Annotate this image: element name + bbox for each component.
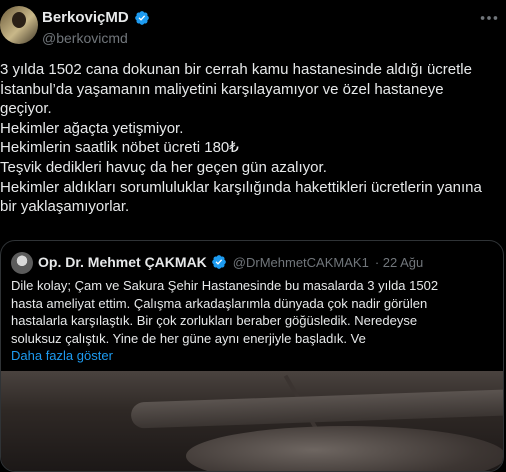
post-line: Hekimler ağaçta yetişmiyor. [0,119,184,137]
post-line: İstanbul’da yaşamanın maliyetini karşıla… [0,80,444,98]
quoted-line: soluksuz çalıştık. Yine de her güne aynı… [11,330,366,346]
author-name-row: BerkoviçMD [42,9,150,26]
author-handle[interactable]: @berkovicmd [42,30,128,46]
quoted-author-avatar[interactable] [11,252,33,274]
post-line: Hekimlerin saatlik nöbet ücreti 180₺ [0,139,239,157]
quoted-post-image[interactable] [1,371,503,471]
post-header: BerkoviçMD @berkovicmd [0,0,506,50]
post-line: Teşvik dedikleri havuç da her geçen gün … [0,158,327,176]
quoted-line: hasta ameliyat ettim. Çalışma arkadaşlar… [11,295,428,311]
quoted-author-handle[interactable]: @DrMehmetCAKMAK1 [233,255,369,270]
quoted-post-card[interactable]: Op. Dr. Mehmet ÇAKMAK @DrMehmetCAKMAK1 ·… [0,240,504,472]
image-surgical-lamp [186,426,503,471]
more-options-icon[interactable] [478,8,500,28]
verified-badge-icon [134,10,149,25]
author-avatar[interactable] [0,6,38,44]
quoted-post-body: Dile kolay; Çam ve Sakura Şehir Hastanes… [11,277,497,347]
quoted-line: hastalarla karşılaştık. Bir çok zorlukla… [11,313,418,329]
image-surgical-lamp [130,389,503,429]
author-display-name[interactable]: BerkoviçMD [42,9,129,26]
post-line: geçiyor. [0,100,52,118]
post-line: Hekimler aldıkları sorumluluklar karşılı… [0,178,482,196]
quoted-post-date[interactable]: · 22 Ağu [375,255,423,270]
quoted-author-name[interactable]: Op. Dr. Mehmet ÇAKMAK [38,254,207,270]
quoted-line: Dile kolay; Çam ve Sakura Şehir Hastanes… [11,278,439,293]
post-line: bir yaklaşamıyorlar. [0,198,130,216]
post-line: 3 yılda 1502 cana dokunan bir cerrah kam… [0,61,472,78]
quoted-post-header: Op. Dr. Mehmet ÇAKMAK @DrMehmetCAKMAK1 ·… [38,254,423,270]
verified-badge-icon [211,255,226,269]
post-body: 3 yılda 1502 cana dokunan bir cerrah kam… [0,60,504,217]
show-more-link[interactable]: Daha fazla göster [11,348,113,363]
